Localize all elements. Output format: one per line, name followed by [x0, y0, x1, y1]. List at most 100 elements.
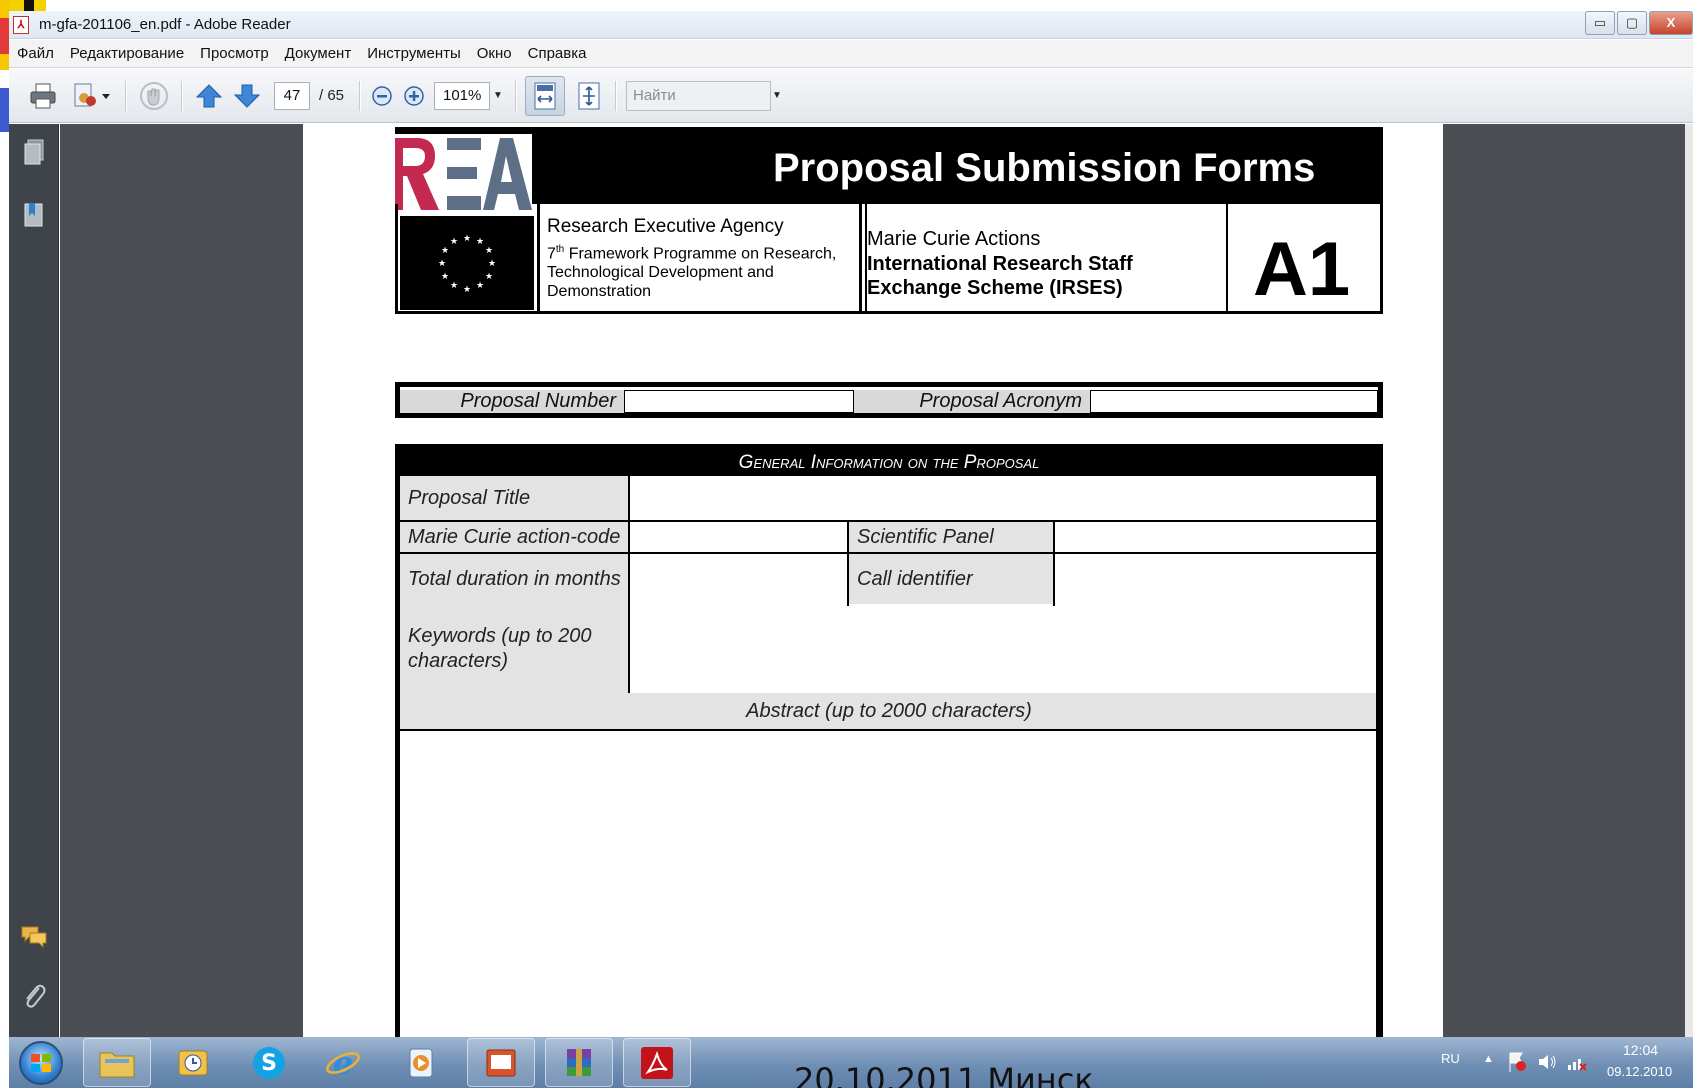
rea-logo-icon [395, 138, 532, 210]
clock-icon [178, 1050, 208, 1075]
minimize-button[interactable]: ▭ [1585, 11, 1615, 35]
toolbar-separator [181, 81, 183, 111]
window-title: m-gfa-201106_en.pdf - Adobe Reader [39, 16, 291, 33]
taskbar-presentation[interactable] [467, 1038, 535, 1087]
search-input[interactable]: Найти [626, 81, 771, 111]
menu-help[interactable]: Справка [520, 45, 595, 62]
arrow-up-icon [195, 84, 223, 108]
menu-file[interactable]: Файл [9, 45, 62, 62]
toolbar-separator [515, 81, 517, 111]
proposal-number-field[interactable] [624, 390, 854, 413]
menu-tools[interactable]: Инструменты [359, 45, 469, 62]
zoom-out-button[interactable] [369, 80, 395, 112]
fit-width-button[interactable] [525, 76, 565, 116]
taskbar-winrar[interactable] [545, 1038, 613, 1087]
menu-window[interactable]: Окно [469, 45, 520, 62]
toolbar: 47 / 65 101% ▼ Найти ▼ [9, 69, 1693, 123]
window-controls: ▭ ▢ X [1583, 11, 1693, 35]
taskbar-explorer[interactable] [83, 1038, 151, 1087]
comments-panel-button[interactable] [19, 920, 49, 954]
zoom-dropdown-icon[interactable]: ▼ [489, 82, 507, 110]
page-number-input[interactable]: 47 [274, 82, 310, 110]
volume-icon[interactable] [1535, 1049, 1559, 1075]
proposal-number-label: Proposal Number [400, 390, 624, 413]
taskbar-outlook[interactable] [159, 1038, 227, 1087]
toolbar-separator [359, 81, 361, 111]
printer-icon [30, 83, 56, 109]
taskbar-internet-explorer[interactable]: e [309, 1038, 377, 1087]
table-rule [847, 520, 849, 606]
svg-text:★: ★ [485, 246, 493, 256]
pdf-page: Proposal Submission Forms ★ ★ ★ ★ ★ ★ ★ ★ ★ ★ ★… [303, 124, 1443, 1051]
proposal-acronym-field[interactable] [1090, 390, 1378, 413]
fit-page-button[interactable] [569, 76, 609, 116]
action-center-flag-icon[interactable] [1505, 1049, 1529, 1075]
toolbar-separator [125, 81, 127, 111]
search-dropdown-icon[interactable]: ▼ [769, 81, 785, 111]
framework-number: 7 [547, 245, 556, 263]
svg-text:S: S [261, 1051, 277, 1076]
taskbar-adobe-reader[interactable] [623, 1038, 691, 1087]
table-rule [1376, 476, 1378, 1051]
svg-text:★: ★ [450, 237, 458, 247]
header-divider [537, 204, 540, 314]
duration-field[interactable] [630, 554, 848, 602]
start-button[interactable] [19, 1041, 63, 1085]
clock-time[interactable]: 12:04 [1623, 1042, 1658, 1058]
call-identifier-field[interactable] [1055, 554, 1376, 602]
action-code-field[interactable] [630, 522, 848, 552]
table-rule [628, 476, 630, 693]
attachments-panel-button[interactable] [19, 980, 49, 1014]
show-hidden-icons-button[interactable]: ▲ [1483, 1053, 1494, 1065]
keywords-label: Keywords (up to 200 characters) [400, 604, 628, 693]
abstract-field[interactable] [400, 731, 1378, 1051]
print-button[interactable] [27, 80, 59, 112]
proposal-id-row: Proposal Number Proposal Acronym [395, 382, 1383, 418]
taskbar-skype[interactable]: S [235, 1038, 303, 1087]
svg-text:★: ★ [476, 281, 484, 291]
action-code-label: Marie Curie action-code [400, 522, 628, 552]
framework-programme: 7th Framework Programme on Research, Tec… [547, 240, 847, 301]
zoom-out-icon [372, 86, 392, 106]
proposal-title-label: Proposal Title [400, 476, 628, 520]
keywords-field[interactable] [630, 604, 1376, 692]
pages-panel-button[interactable] [19, 136, 49, 170]
svg-text:★: ★ [488, 259, 496, 269]
bookmarks-panel-button[interactable] [19, 198, 49, 232]
comment-icon [21, 926, 47, 949]
svg-text:★: ★ [450, 281, 458, 291]
taskbar-media-player[interactable] [387, 1038, 455, 1087]
clock-date[interactable]: 09.12.2010 [1607, 1064, 1672, 1079]
zoom-in-button[interactable] [401, 80, 427, 112]
general-info-table: General Information on the Proposal Prop… [395, 444, 1383, 1051]
svg-text:★: ★ [476, 237, 484, 247]
hand-tool-button[interactable] [137, 80, 171, 112]
proposal-title-field[interactable] [630, 476, 1376, 520]
scientific-panel-label: Scientific Panel [849, 522, 1053, 552]
menu-document[interactable]: Документ [277, 45, 360, 62]
close-button[interactable]: X [1649, 11, 1693, 35]
zoom-level-input[interactable]: 101% [434, 82, 490, 110]
menu-view[interactable]: Просмотр [192, 45, 277, 62]
rea-logo [395, 134, 532, 210]
svg-text:★: ★ [441, 272, 449, 282]
share-button[interactable] [69, 80, 115, 112]
header-divider [1226, 204, 1228, 314]
network-icon[interactable] [1565, 1049, 1589, 1075]
next-page-button[interactable] [231, 80, 263, 112]
language-indicator[interactable]: RU [1441, 1051, 1460, 1066]
page-total: / 65 [319, 87, 345, 104]
menu-edit[interactable]: Редактирование [62, 45, 192, 62]
paperclip-icon [26, 984, 46, 1008]
vertical-scrollbar[interactable] [1685, 124, 1693, 1037]
fit-width-icon [534, 82, 556, 110]
call-identifier-label: Call identifier [849, 554, 1053, 604]
previous-page-button[interactable] [193, 80, 225, 112]
maximize-button[interactable]: ▢ [1617, 11, 1647, 35]
document-viewport[interactable]: Proposal Submission Forms ★ ★ ★ ★ ★ ★ ★ ★ ★ ★ ★… [60, 124, 1693, 1051]
screen: ⅄ m-gfa-201106_en.pdf - Adobe Reader ▭ ▢… [0, 0, 1693, 1088]
table-rule [1053, 520, 1055, 606]
internet-explorer-icon: e [326, 1044, 360, 1082]
action-name: Marie Curie Actions [867, 228, 1041, 250]
scientific-panel-field[interactable] [1055, 522, 1376, 552]
